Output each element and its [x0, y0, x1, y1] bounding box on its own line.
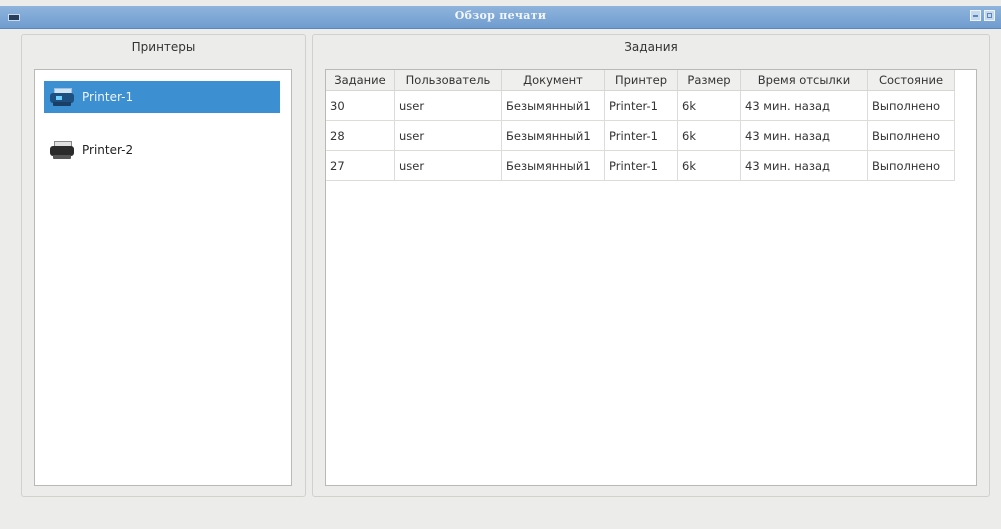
- cell-user: user: [394, 150, 502, 181]
- jobs-group-title: Задания: [624, 40, 678, 54]
- cell-printer: Printer-1: [604, 120, 678, 151]
- cell-job: 28: [326, 120, 395, 151]
- cell-size: 6k: [677, 90, 741, 121]
- table-row[interactable]: 28 user Безымянный1 Printer-1 6k 43 мин.…: [326, 120, 955, 151]
- maximize-icon[interactable]: [984, 10, 995, 21]
- cell-status: Выполнено: [867, 90, 955, 121]
- jobs-group: Задания Задание Пользователь Документ Пр…: [312, 34, 990, 497]
- title-bar[interactable]: Обзор печати: [0, 6, 1001, 29]
- column-header-user[interactable]: Пользователь: [394, 70, 502, 91]
- cell-document: Безымянный1: [501, 150, 605, 181]
- printer-icon: [48, 139, 76, 161]
- printer-item-label: Printer-1: [82, 90, 134, 104]
- table-header-row: Задание Пользователь Документ Принтер Ра…: [326, 70, 955, 91]
- cell-status: Выполнено: [867, 120, 955, 151]
- cell-printer: Printer-1: [604, 150, 678, 181]
- column-header-status[interactable]: Состояние: [867, 70, 955, 91]
- column-header-sent-time[interactable]: Время отсылки: [740, 70, 868, 91]
- cell-status: Выполнено: [867, 150, 955, 181]
- column-header-document[interactable]: Документ: [501, 70, 605, 91]
- jobs-table[interactable]: Задание Пользователь Документ Принтер Ра…: [325, 69, 977, 486]
- printer-item-label: Printer-2: [82, 143, 134, 157]
- cell-size: 6k: [677, 120, 741, 151]
- cell-sent-time: 43 мин. назад: [740, 120, 868, 151]
- cell-document: Безымянный1: [501, 120, 605, 151]
- table-row[interactable]: 27 user Безымянный1 Printer-1 6k 43 мин.…: [326, 150, 955, 181]
- printer-icon: [48, 86, 76, 108]
- cell-sent-time: 43 мин. назад: [740, 150, 868, 181]
- printers-group-title: Принтеры: [131, 40, 196, 54]
- window-title: Обзор печати: [454, 9, 547, 22]
- minimize-icon[interactable]: [970, 10, 981, 21]
- cell-size: 6k: [677, 150, 741, 181]
- cell-job: 30: [326, 90, 395, 121]
- column-header-size[interactable]: Размер: [677, 70, 741, 91]
- cell-job: 27: [326, 150, 395, 181]
- column-header-job[interactable]: Задание: [326, 70, 395, 91]
- printer-item-printer-2[interactable]: Printer-2: [44, 134, 280, 166]
- cell-user: user: [394, 120, 502, 151]
- printer-list[interactable]: Printer-1 Printer-2: [34, 69, 292, 486]
- cell-user: user: [394, 90, 502, 121]
- column-header-printer[interactable]: Принтер: [604, 70, 678, 91]
- cell-document: Безымянный1: [501, 90, 605, 121]
- table-row[interactable]: 30 user Безымянный1 Printer-1 6k 43 мин.…: [326, 90, 955, 121]
- printer-item-printer-1[interactable]: Printer-1: [44, 81, 280, 113]
- printers-group: Принтеры Printer-1 Printer-2: [21, 34, 306, 497]
- cell-sent-time: 43 мин. назад: [740, 90, 868, 121]
- print-overview-window: Обзор печати Принтеры Printer-1 Printer-…: [0, 0, 1001, 529]
- cell-printer: Printer-1: [604, 90, 678, 121]
